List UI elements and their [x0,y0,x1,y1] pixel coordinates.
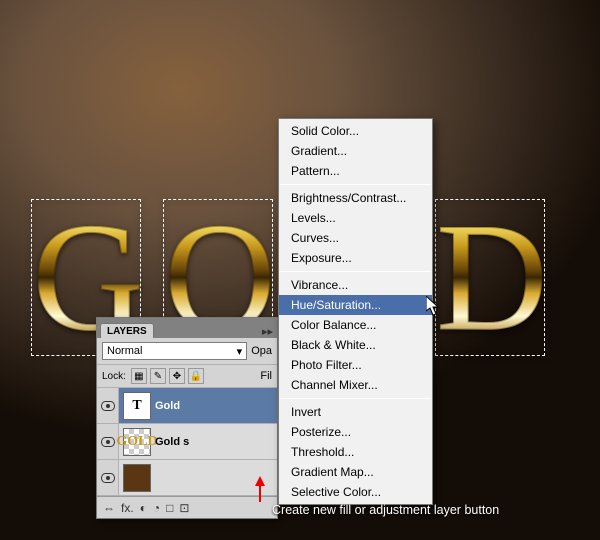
chevron-down-icon: ▾ [237,345,243,358]
lock-position-icon[interactable]: ✥ [169,368,185,384]
layer-visibility-toggle[interactable] [97,460,119,495]
opacity-label: Opa [251,345,272,357]
layer-mask-icon[interactable]: ◐ [140,501,147,515]
layer-thumbnail[interactable] [123,464,151,492]
layer-name[interactable]: Gold [155,400,180,412]
menu-item[interactable]: Solid Color... [279,121,432,141]
callout-text: Create new fill or adjustment layer butt… [272,503,499,517]
lock-all-icon[interactable]: 🔒 [188,368,204,384]
menu-item[interactable]: Color Balance... [279,315,432,335]
tab-layers[interactable]: LAYERS [100,323,154,338]
menu-item[interactable]: Vibrance... [279,275,432,295]
adjustment-layer-icon[interactable]: ◔ [153,501,160,515]
menu-item[interactable]: Photo Filter... [279,355,432,375]
menu-separator [280,184,431,185]
layer-style-icon[interactable]: fx. [121,501,134,515]
menu-item[interactable]: Pattern... [279,161,432,181]
menu-item[interactable]: Exposure... [279,248,432,268]
layers-panel: LAYERS ▸▸ Normal ▾ Opa Lock: ▦ ✎ ✥ 🔒 Fil… [96,317,278,519]
menu-item[interactable]: Gradient... [279,141,432,161]
blend-mode-select[interactable]: Normal ▾ [102,342,247,360]
menu-item[interactable]: Threshold... [279,442,432,462]
fill-label: Fil [260,370,272,382]
lock-label: Lock: [102,371,126,382]
menu-item[interactable]: Hue/Saturation... [279,295,432,315]
menu-item[interactable]: Channel Mixer... [279,375,432,395]
layer-row[interactable]: GOLD Gold s [97,424,277,460]
layer-list: T Gold GOLD Gold s [97,388,277,496]
menu-item[interactable]: Gradient Map... [279,462,432,482]
panel-footer: ⇔ fx. ◐ ◔ □ ⊡ [97,496,277,518]
blend-mode-value: Normal [107,345,142,357]
menu-item[interactable]: Curves... [279,228,432,248]
eye-icon [101,401,115,411]
layer-row[interactable] [97,460,277,496]
eye-icon [101,437,115,447]
lock-row: Lock: ▦ ✎ ✥ 🔒 Fil [97,365,277,388]
layer-thumbnail[interactable]: T [123,392,151,420]
menu-item[interactable]: Posterize... [279,422,432,442]
menu-separator [280,398,431,399]
lock-pixels-icon[interactable]: ✎ [150,368,166,384]
new-layer-icon[interactable]: ⊡ [179,501,189,515]
menu-item[interactable]: Black & White... [279,335,432,355]
panel-tabbar: LAYERS ▸▸ [97,318,277,338]
blend-mode-row: Normal ▾ Opa [97,338,277,365]
layer-name[interactable]: Gold s [155,436,189,448]
lock-transparency-icon[interactable]: ▦ [131,368,147,384]
menu-item[interactable]: Selective Color... [279,482,432,502]
canvas-letter-d: D [436,200,544,355]
panel-collapse-icon[interactable]: ▸▸ [262,325,273,338]
menu-item[interactable]: Levels... [279,208,432,228]
menu-item[interactable]: Brightness/Contrast... [279,188,432,208]
layer-row[interactable]: T Gold [97,388,277,424]
eye-icon [101,473,115,483]
adjustment-layer-menu: Solid Color...Gradient...Pattern... Brigh… [278,118,433,505]
menu-separator [280,271,431,272]
menu-item[interactable]: Invert [279,402,432,422]
layer-group-icon[interactable]: □ [166,501,173,515]
layer-visibility-toggle[interactable] [97,388,119,423]
layer-thumbnail[interactable]: GOLD [123,428,151,456]
link-layers-icon[interactable]: ⇔ [103,501,115,515]
